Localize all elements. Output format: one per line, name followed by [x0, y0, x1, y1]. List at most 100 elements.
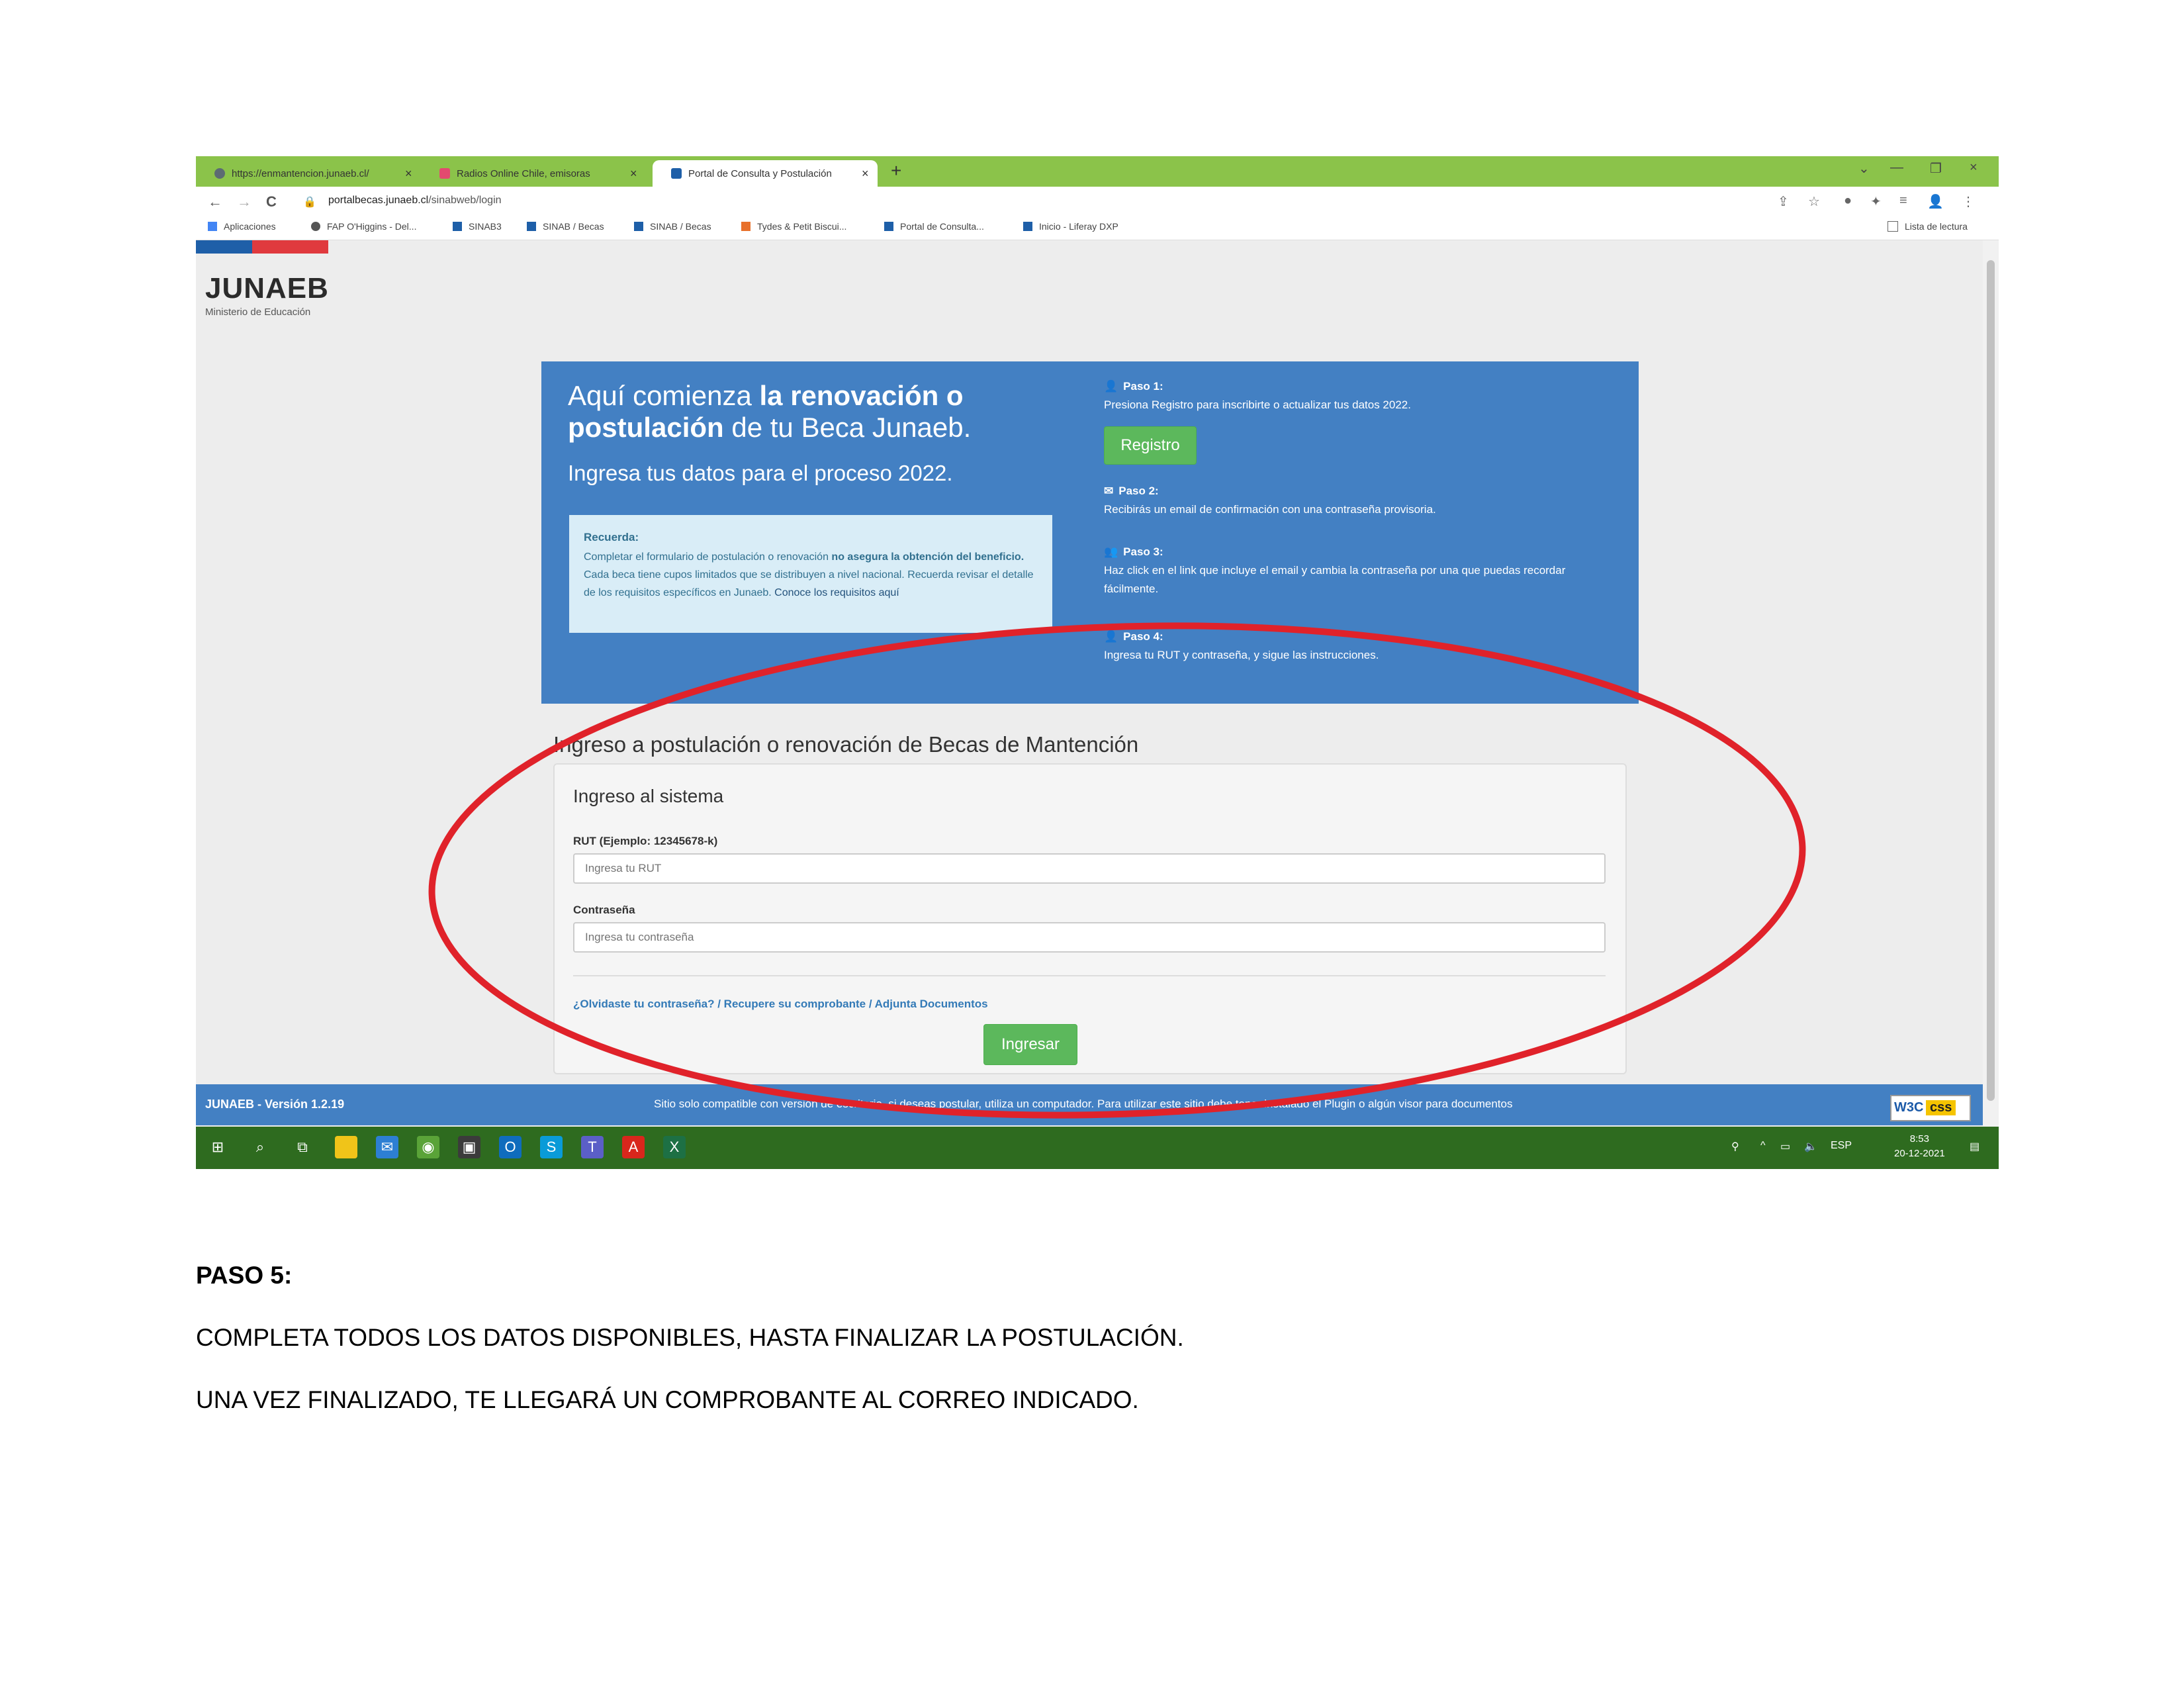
tab-title: Portal de Consulta y Postulación — [688, 167, 832, 179]
minimize-icon[interactable]: — — [1890, 160, 1903, 175]
junaeb-logo[interactable]: JUNAEB — [205, 272, 329, 305]
people-icon[interactable]: ⚲ — [1731, 1140, 1739, 1153]
close-window-icon[interactable]: × — [1970, 160, 1978, 175]
close-tab-icon[interactable]: × — [630, 167, 637, 181]
browser-tab-2[interactable]: Radios Online Chile, emisoras × — [421, 160, 637, 187]
task-view-icon[interactable]: ⧉ — [291, 1136, 314, 1158]
teams-icon[interactable]: T — [581, 1136, 604, 1158]
mail-icon[interactable]: ✉ — [376, 1136, 398, 1158]
login-panel: Ingreso al sistema RUT (Ejemplo: 1234567… — [553, 763, 1627, 1074]
users-icon: 👥 — [1104, 545, 1118, 558]
lock-icon[interactable]: 🔒 — [303, 195, 316, 209]
footer-version: JUNAEB - Versión 1.2.19 — [205, 1098, 345, 1111]
restore-icon[interactable]: ❐ — [1930, 160, 1942, 177]
browser-tab-3-active[interactable]: Portal de Consulta y Postulación × — [653, 160, 878, 187]
excel-icon[interactable]: X — [663, 1136, 686, 1158]
system-clock[interactable]: 8:53 20-12-2021 — [1894, 1132, 1945, 1161]
reminder-text: Completar el formulario de postulación o… — [584, 551, 1034, 598]
chile-flag-icon — [453, 222, 462, 231]
volume-icon[interactable]: 🔈 — [1804, 1140, 1817, 1153]
reload-icon[interactable]: C — [266, 193, 277, 211]
tab-title: Radios Online Chile, emisoras — [457, 167, 590, 179]
step-1: 👤 Paso 1: Presiona Registro para inscribi… — [1104, 380, 1620, 465]
bookmark-item[interactable]: Tydes & Petit Biscui... — [741, 221, 846, 232]
register-button[interactable]: Registro — [1104, 426, 1197, 465]
step-heading: PASO 5: — [196, 1262, 293, 1289]
bookmark-item[interactable]: SINAB3 — [453, 221, 502, 232]
tab-search-icon[interactable]: ⌄ — [1858, 160, 1870, 177]
bookmark-apps[interactable]: Aplicaciones — [208, 221, 276, 232]
acrobat-icon[interactable]: A — [622, 1136, 645, 1158]
rut-label: RUT (Ejemplo: 12345678-k) — [573, 835, 718, 847]
section-title: Ingreso a postulación o renovación de Be… — [553, 732, 1139, 757]
extension-icon[interactable]: ● — [1844, 193, 1852, 209]
tray-chevron-icon[interactable]: ^ — [1760, 1140, 1766, 1152]
bookmark-item[interactable]: Inicio - Liferay DXP — [1023, 221, 1118, 232]
menu-icon[interactable]: ⋮ — [1962, 193, 1975, 210]
help-links[interactable]: ¿Olvidaste tu contraseña? / Recupere su … — [573, 998, 988, 1011]
language-indicator[interactable]: ESP — [1831, 1140, 1852, 1152]
store-icon — [741, 222, 751, 231]
bookmark-item[interactable]: Portal de Consulta... — [884, 221, 984, 232]
windows-start-icon[interactable]: ⊞ — [206, 1136, 229, 1158]
bookmark-item[interactable]: FAP O'Higgins - Del... — [311, 221, 416, 232]
apps-grid-icon — [208, 222, 217, 231]
close-tab-icon[interactable]: × — [405, 167, 412, 181]
clock-date: 20-12-2021 — [1894, 1148, 1945, 1159]
footer-text: Sitio solo compatible con versión de esc… — [654, 1098, 1514, 1110]
hero-heading: Aquí comienza la renovación o postulació… — [568, 380, 972, 443]
windows-taskbar: ⊞ ⌕ ⧉ ✉ ◉ ▣ O S T A X ⚲ ^ ▭ 🔈 ESP 8:53 2… — [196, 1127, 1999, 1169]
network-icon[interactable]: ▭ — [1780, 1140, 1790, 1153]
scrollbar[interactable] — [1983, 240, 1999, 1127]
globe-icon — [214, 168, 225, 179]
puzzle-icon[interactable]: ✦ — [1870, 193, 1882, 210]
chile-flag-icon — [671, 168, 682, 179]
rut-input[interactable] — [573, 853, 1606, 884]
url-field[interactable]: portalbecas.junaeb.cl/sinabweb/login — [328, 195, 502, 207]
step-4: 👤 Paso 4: Ingresa tu RUT y contraseña, y … — [1104, 630, 1379, 661]
forward-icon[interactable]: → — [237, 193, 251, 211]
instruction-line-1: COMPLETA TODOS LOS DATOS DISPONIBLES, HA… — [196, 1324, 1184, 1351]
skype-icon[interactable]: S — [540, 1136, 563, 1158]
reminder-title: Recuerda: — [584, 531, 639, 543]
reminder-box: Recuerda: Completar el formulario de pos… — [569, 515, 1052, 633]
url-path: /sinabweb/login — [428, 195, 502, 206]
clock-time: 8:53 — [1909, 1133, 1929, 1145]
close-tab-icon[interactable]: × — [862, 167, 869, 181]
new-tab-button[interactable]: + — [891, 160, 901, 181]
star-icon[interactable]: ☆ — [1808, 193, 1820, 210]
bookmarks-bar: Aplicaciones FAP O'Higgins - Del... SINA… — [196, 216, 1999, 240]
browser-tab-1[interactable]: https://enmantencion.junaeb.cl/ × — [196, 160, 412, 187]
bookmark-item[interactable]: SINAB / Becas — [527, 221, 604, 232]
w3c-css-badge[interactable]: W3C css — [1890, 1095, 1971, 1121]
screenshot: https://enmantencion.junaeb.cl/ × Radios… — [196, 156, 1999, 1169]
store-icon[interactable]: ▣ — [458, 1136, 480, 1158]
instruction-line-2: UNA VEZ FINALIZADO, TE LLEGARÁ UN COMPRO… — [196, 1386, 1139, 1413]
address-bar-row: ← → C 🔒 portalbecas.junaeb.cl/sinabweb/l… — [196, 187, 1999, 216]
notifications-icon[interactable]: ▤ — [1970, 1140, 1979, 1153]
globe-icon — [311, 222, 320, 231]
reading-list[interactable]: Lista de lectura — [1888, 221, 1968, 232]
chile-flag-icon — [634, 222, 643, 231]
bookmark-item[interactable]: SINAB / Becas — [634, 221, 711, 232]
login-button[interactable]: Ingresar — [983, 1024, 1077, 1065]
search-icon[interactable]: ⌕ — [249, 1136, 271, 1158]
logo-subtitle: Ministerio de Educación — [205, 306, 311, 318]
share-icon[interactable]: ⇪ — [1778, 193, 1789, 210]
browser-tab-bar: https://enmantencion.junaeb.cl/ × Radios… — [196, 156, 1999, 187]
hero-panel: Aquí comienza la renovación o postulació… — [541, 361, 1639, 704]
back-icon[interactable]: ← — [208, 193, 222, 211]
radio-icon — [439, 168, 450, 179]
divider — [573, 975, 1606, 976]
password-input[interactable] — [573, 922, 1606, 953]
reading-list-icon — [1888, 221, 1898, 232]
chrome-icon[interactable]: ◉ — [417, 1136, 439, 1158]
user-edit-icon: 👤 — [1104, 630, 1118, 643]
scrollbar-thumb[interactable] — [1987, 260, 1995, 1101]
profile-icon[interactable]: 👤 — [1927, 193, 1944, 210]
requirements-link[interactable]: Conoce los requisitos aquí — [774, 587, 899, 598]
file-explorer-icon[interactable] — [335, 1136, 357, 1158]
media-icon[interactable]: ≡ — [1899, 193, 1907, 209]
panel-title: Ingreso al sistema — [573, 786, 724, 806]
outlook-icon[interactable]: O — [499, 1136, 522, 1158]
